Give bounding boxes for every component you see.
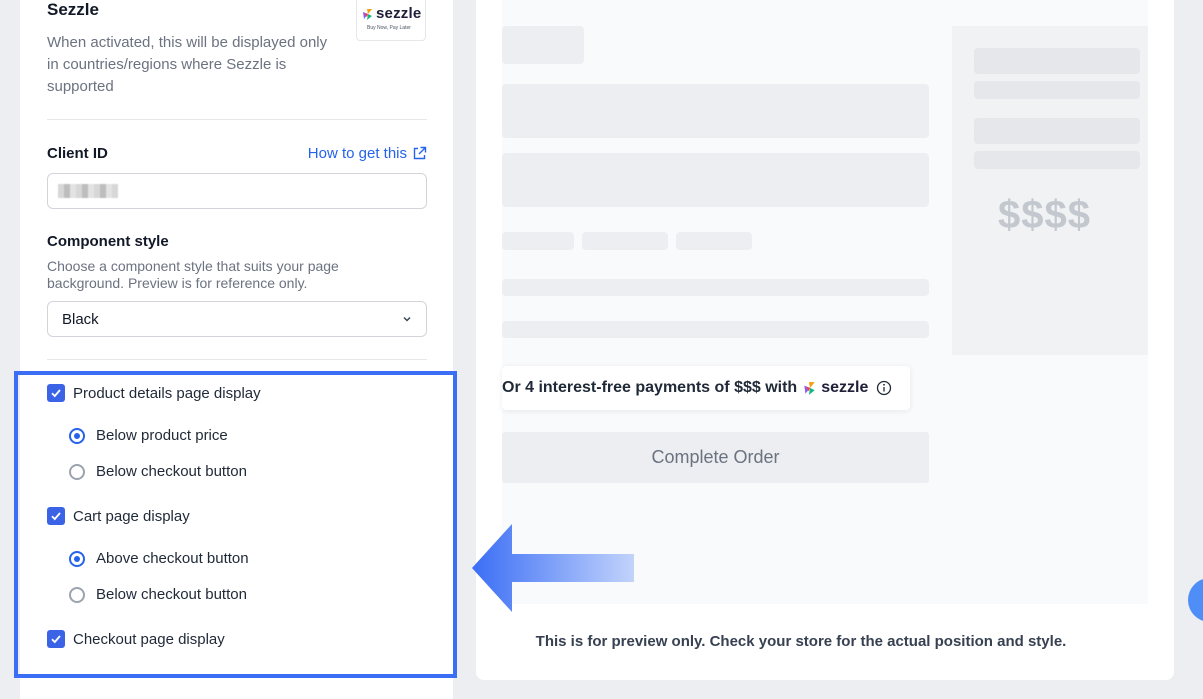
preview-note: This is for preview only. Check your sto… (535, 633, 1067, 650)
provider-description: When activated, this will be displayed o… (47, 34, 328, 95)
cart-page-checkbox[interactable]: Cart page display (47, 507, 190, 525)
radio-selected-icon[interactable] (69, 550, 85, 567)
product-details-checkbox[interactable]: Product details page display (47, 384, 261, 402)
skeleton-block (974, 81, 1140, 99)
help-chat-button[interactable] (1188, 578, 1203, 622)
promo-brand: sezzle (821, 379, 869, 396)
product-details-label: Product details page display (73, 384, 261, 402)
sezzle-promo-widget[interactable]: Or 4 interest-free payments of $$$ with … (502, 366, 910, 410)
skeleton-block (676, 232, 752, 250)
chevron-down-icon (403, 317, 411, 322)
radio-selected-icon[interactable] (69, 427, 85, 444)
how-to-get-link-text[interactable]: How to get this (308, 145, 407, 162)
radio-unselected-icon[interactable] (69, 463, 85, 480)
summary-skeleton (952, 26, 1148, 355)
radio-label: Below product price (96, 427, 228, 444)
radio-unselected-icon[interactable] (69, 586, 85, 603)
arrow-left-icon (472, 524, 634, 612)
checkout-page-label: Checkout page display (73, 630, 225, 648)
sezzle-mark-icon (804, 381, 815, 395)
component-style-select[interactable]: Black (47, 301, 427, 337)
provider-title: Sezzle (47, 0, 99, 19)
section-divider (47, 359, 427, 360)
info-icon[interactable] (876, 380, 892, 396)
skeleton-block (582, 232, 668, 250)
redacted-client-id (58, 184, 118, 198)
how-to-get-link[interactable]: How to get this (308, 145, 427, 162)
checkout-page-checkbox[interactable]: Checkout page display (47, 630, 225, 648)
skeleton-block (502, 84, 929, 138)
radio-label: Below checkout button (96, 586, 247, 603)
price-placeholder: $$$$ (998, 193, 1091, 237)
client-id-label: Client ID (47, 145, 108, 162)
skeleton-block (502, 232, 574, 250)
logo-tagline: Buy Now, Pay Later (367, 25, 411, 31)
logo-wordmark: sezzle (376, 5, 422, 22)
skeleton-block (974, 48, 1140, 74)
sezzle-mark-icon (363, 9, 372, 20)
promo-text: Or 4 interest-free payments of $$$ with (502, 379, 798, 396)
skeleton-block (502, 26, 584, 64)
radio-label: Below checkout button (96, 463, 247, 480)
sezzle-logo: sezzle Buy Now, Pay Later (356, 0, 426, 41)
cart-page-label: Cart page display (73, 507, 190, 525)
settings-panel: Sezzle When activated, this will be disp… (20, 0, 453, 699)
skeleton-block (502, 321, 929, 338)
component-style-value: Black (62, 311, 99, 328)
skeleton-block (502, 279, 929, 296)
complete-order-button[interactable]: Complete Order (502, 432, 929, 483)
component-style-label: Component style (47, 233, 169, 250)
skeleton-block (974, 151, 1140, 169)
skeleton-block (502, 153, 929, 207)
component-style-hint: Choose a component style that suits your… (47, 258, 339, 291)
radio-below-checkout-button[interactable]: Below checkout button (69, 463, 247, 480)
client-id-input[interactable] (47, 173, 427, 209)
radio-below-product-price[interactable]: Below product price (69, 427, 228, 444)
checkbox-checked-icon[interactable] (47, 630, 65, 648)
checkbox-checked-icon[interactable] (47, 507, 65, 525)
radio-above-checkout-button[interactable]: Above checkout button (69, 550, 249, 567)
checkbox-checked-icon[interactable] (47, 384, 65, 402)
external-link-icon (413, 146, 427, 160)
preview-area: $$$$ (502, 0, 1148, 604)
radio-below-checkout-button[interactable]: Below checkout button (69, 586, 247, 603)
skeleton-block (974, 118, 1140, 144)
radio-label: Above checkout button (96, 550, 249, 567)
section-divider (47, 119, 427, 120)
